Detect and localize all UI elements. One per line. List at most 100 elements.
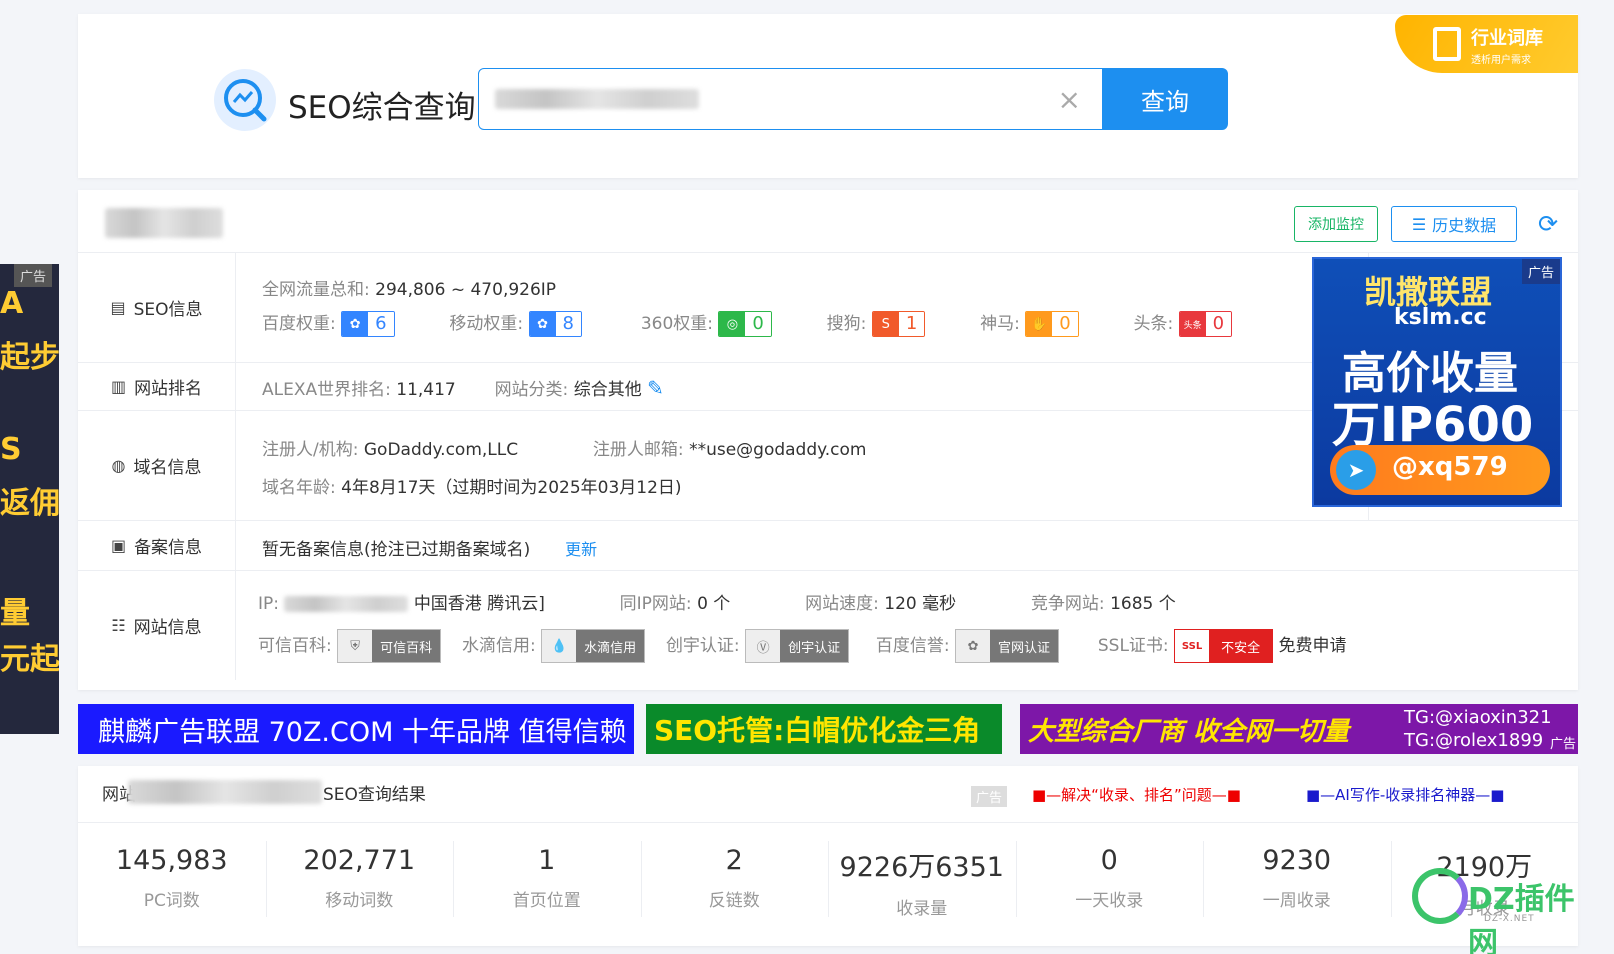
shuidi-badge[interactable]: 💧 水滴信用 (541, 629, 646, 663)
baidu-weight-key: 百度权重: (262, 314, 336, 334)
ad-line: 起步 (0, 340, 59, 375)
qilin-banner-ad[interactable]: 麒麟广告联盟 70Z.COM 十年品牌 值得信赖 (78, 704, 634, 754)
website-info-label: ☷ 网站信息 (78, 571, 236, 680)
icp-info-label: ▣ 备案信息 (78, 521, 236, 570)
watermark-sub: DZ-X.NET (1484, 914, 1535, 924)
document-icon: ▤ (110, 298, 126, 317)
domain-search-input[interactable]: × (478, 68, 1104, 130)
row-label-text: 网站信息 (133, 618, 202, 638)
shenma-badge[interactable]: ✋ 0 (1025, 311, 1079, 337)
kaisa-ad[interactable]: 广告 凯撒联盟 kslm.cc 高价收量 万IP600 ➤ @xq579 (1312, 257, 1562, 507)
chuangyu-badge[interactable]: Ⓥ 创宇认证 (745, 629, 850, 663)
baidu-rep-badge[interactable]: ✿ 官网认证 (955, 629, 1060, 663)
stat-label: 反链数 (708, 891, 760, 911)
same-ip-value[interactable]: 0 个 (697, 594, 730, 614)
history-icon: ☰ (1411, 214, 1427, 234)
baidu-rep-badge-text: 官网认证 (990, 630, 1059, 662)
icp-value: 暂无备案信息(抢注已过期备案域名) (262, 540, 531, 560)
traffic-key: 全网流量总和: (262, 280, 370, 300)
industry-lexicon-badge[interactable]: 行业词库 透析用户需求 (1395, 15, 1578, 73)
baidu-rep-key: 百度信誉: (875, 636, 950, 656)
seo-logo-icon (214, 69, 276, 131)
category-value: 综合其他 (573, 380, 642, 400)
paw-icon: ✿ (529, 312, 556, 336)
list-icon: ☷ (111, 616, 126, 635)
baidu-weight-value: 6 (368, 312, 394, 336)
history-data-button[interactable]: ☰ 历史数据 (1391, 206, 1517, 242)
seo-info-label: ▤ SEO信息 (78, 253, 236, 362)
shenma-key: 神马: (980, 314, 1020, 334)
banner-contact: TG:@xiaoxin321 (1404, 707, 1552, 728)
ad-line: kslm.cc (1394, 305, 1487, 330)
ssl-badge[interactable]: SSL 不安全 (1174, 629, 1274, 663)
stat-value: 9226万6351 (839, 852, 1004, 883)
seo-result-card: 网站 SEO查询结果 广告 ■—解决“收录、排名”问题—■ ■—AI写作-收录排… (78, 766, 1578, 946)
baidu-weight-badge[interactable]: ✿ 6 (341, 311, 395, 337)
alexa-value: 11,417 (396, 380, 456, 400)
row-label-text: SEO信息 (133, 300, 203, 320)
age-value: 4年8月17天（过期时间为2025年03月12日) (341, 478, 682, 498)
registrant-key: 注册人/机构: (262, 440, 359, 460)
blurred-domain (105, 208, 223, 238)
stat-item[interactable]: 2 反链数 (640, 823, 829, 932)
stat-item[interactable]: 0 一天收录 (1015, 823, 1204, 932)
stat-item[interactable]: 9230 一周收录 (1203, 823, 1391, 932)
ad-line: 量 (0, 596, 30, 631)
stat-value: 0 (1100, 845, 1118, 876)
traffic-banner-ad[interactable]: 大型综合厂商 收全网一切量 TG:@xiaoxin321 TG:@rolex18… (1020, 704, 1578, 754)
sogou-key: 搜狗: (826, 314, 867, 334)
stat-label: 移动词数 (325, 891, 394, 911)
shenma-icon: ✋ (1026, 312, 1053, 336)
w360-badge[interactable]: ◎ 0 (718, 311, 772, 337)
seo-hosting-banner-ad[interactable]: SEO托管:白帽优化金三角 (646, 704, 1002, 754)
blue-ad-link[interactable]: ■—AI写作-收录排名神器—■ (1306, 784, 1504, 805)
ad-line: S (0, 432, 22, 467)
clear-icon[interactable]: × (1058, 83, 1081, 116)
traffic-value: 294,806 ~ 470,926IP (375, 280, 557, 300)
registrant-line: 注册人/机构: GoDaddy.com,LLC 注册人邮箱: **use@god… (262, 435, 866, 460)
chuangyu-badge-text: 创宇认证 (780, 630, 849, 662)
banner-contact: TG:@rolex1899 (1404, 730, 1544, 751)
w360-value: 0 (745, 312, 771, 336)
paw-icon: ✿ (956, 630, 991, 662)
stat-value: 202,771 (303, 845, 416, 876)
toutiao-icon: 头条 (1179, 312, 1206, 336)
stat-item[interactable]: 145,983 PC词数 (78, 823, 266, 932)
icp-update-link[interactable]: 更新 (565, 540, 597, 559)
shenma-value: 0 (1052, 312, 1078, 336)
stat-item[interactable]: 202,771 移动词数 (265, 823, 454, 932)
sogou-value: 1 (898, 312, 925, 336)
edit-icon[interactable]: ✎ (647, 376, 664, 400)
row-label-text: 域名信息 (133, 458, 202, 478)
ad-line: 元起 (0, 642, 59, 677)
w360-key: 360权重: (640, 314, 713, 334)
website-info-row: ☷ 网站信息 IP: 中国香港 腾讯云] 同IP网站: 0 个 网站速度: 12… (78, 570, 1578, 680)
mobile-weight-badge[interactable]: ✿ 8 (528, 311, 582, 337)
compete-value[interactable]: 1685 个 (1110, 594, 1176, 614)
sogou-badge[interactable]: S1 (871, 311, 926, 337)
result-title-suffix: SEO查询结果 (323, 785, 426, 805)
email-key: 注册人邮箱: (592, 440, 684, 460)
file-icon: ▣ (110, 536, 127, 555)
stat-item[interactable]: 1 首页位置 (453, 823, 641, 932)
add-monitor-button[interactable]: 添加监控 (1294, 206, 1378, 242)
ssl-key: SSL证书: (1097, 636, 1169, 656)
banner-text: SEO托管:白帽优化金三角 (654, 714, 981, 747)
left-side-ad[interactable]: 广告 A 起步 S 返佣 量 元起 (0, 264, 59, 734)
red-ad-link[interactable]: ■—解决“收录、排名”问题—■ (1032, 784, 1241, 805)
check-logo-icon (1412, 868, 1468, 924)
search-button[interactable]: 查询 (1102, 68, 1228, 130)
ad-contact-pill: ➤ @xq579 (1330, 445, 1550, 495)
ssl-apply-link[interactable]: 免费申请 (1278, 636, 1346, 656)
shuidi-key: 水滴信用: (461, 636, 536, 656)
toutiao-key: 头条: (1133, 314, 1174, 334)
kexin-badge[interactable]: ⛨ 可信百科 (337, 629, 442, 663)
refresh-icon[interactable]: ⟳ (1538, 210, 1558, 238)
kexin-key: 可信百科: (258, 636, 332, 656)
stat-item[interactable]: 9226万6351 收录量 (828, 823, 1016, 932)
ad-line: A (0, 286, 24, 321)
badge-subtitle: 透析用户需求 (1471, 55, 1531, 66)
row-label-text: 备案信息 (134, 538, 203, 558)
dz-watermark: DZ插件网 DZ-X.NET (1412, 860, 1602, 954)
toutiao-badge[interactable]: 头条 0 (1178, 311, 1233, 337)
